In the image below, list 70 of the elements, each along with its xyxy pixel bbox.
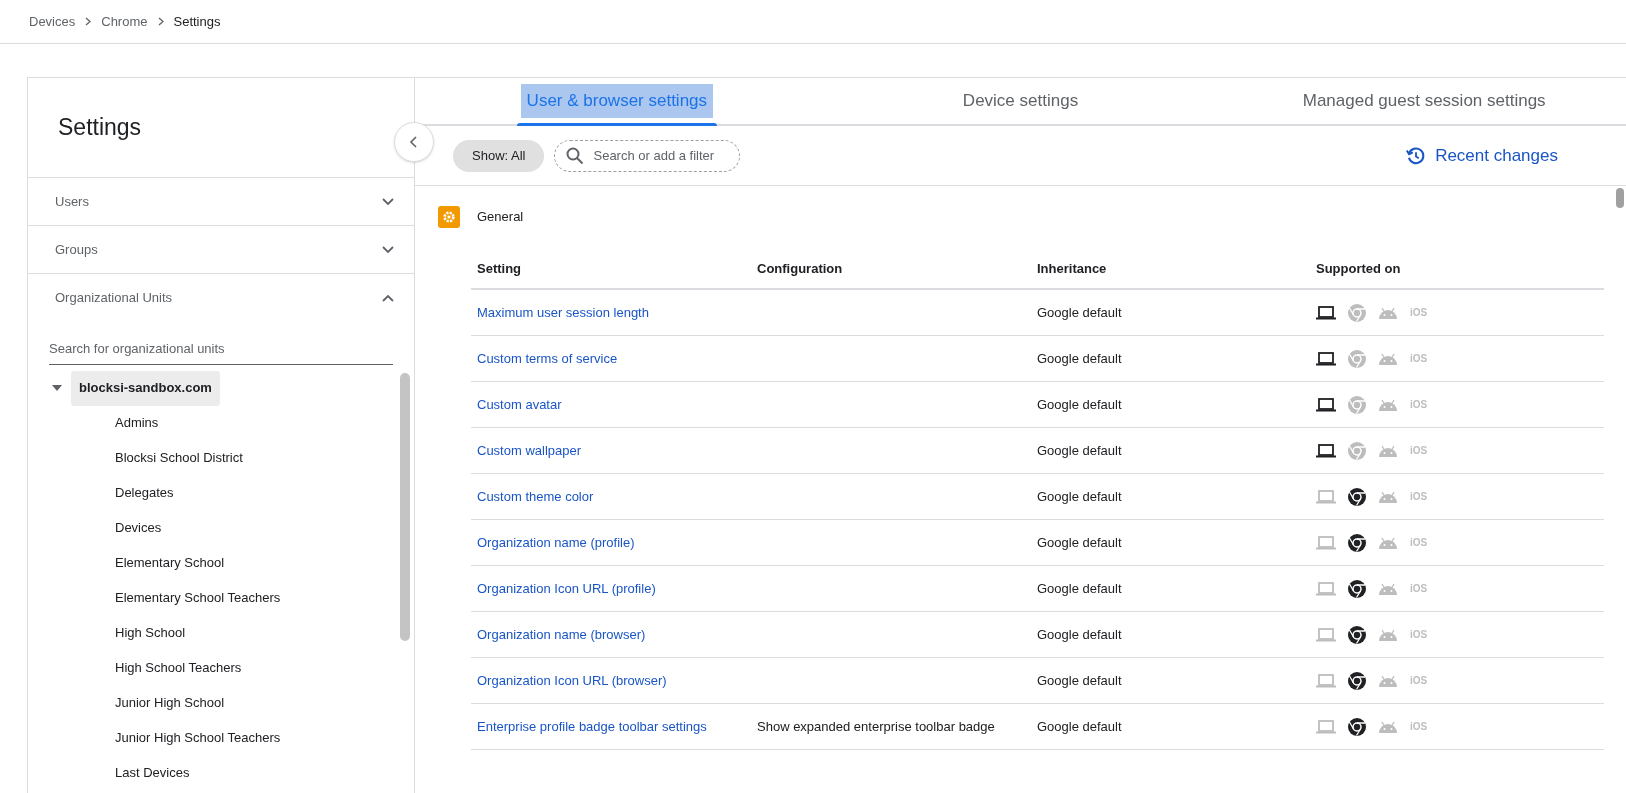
filter-search-field[interactable]: Search or add a filter [554,139,741,172]
scrollbar[interactable] [400,372,410,641]
column-header: Supported on [1316,261,1401,277]
sidebar-title: Settings [58,113,142,143]
org-unit-item[interactable]: Admins [107,405,167,441]
ios-label: iOS [1410,306,1428,320]
inheritance-cell: Google default [1037,488,1122,504]
recent-changes-link[interactable]: Recent changes [1405,142,1558,169]
setting-link[interactable]: Custom theme color [477,488,594,504]
ios-label: iOS [1410,628,1428,642]
breadcrumb-link[interactable]: Chrome [101,11,148,32]
setting-link[interactable]: Custom terms of service [477,350,618,366]
org-unit-item[interactable]: Delegates [107,475,182,511]
org-unit-item[interactable]: Devices [107,510,170,546]
column-header: Inheritance [1037,261,1107,277]
column-header: Setting [477,261,522,277]
collapse-button[interactable] [394,122,434,162]
ios-label: iOS [1410,720,1428,734]
setting-link[interactable]: Organization name (profile) [477,534,635,550]
tab[interactable]: Managed guest session settings [1222,78,1626,124]
filter-chip[interactable]: Show: All [453,139,545,172]
breadcrumb-current: Settings [173,12,221,31]
category-title: General [477,208,524,227]
expand-triangle-icon[interactable] [52,385,62,391]
setting-link[interactable]: Custom wallpaper [477,442,582,458]
setting-link[interactable]: Enterprise profile badge toolbar settings [477,718,707,734]
inheritance-cell: Google default [1037,626,1122,642]
inheritance-cell: Google default [1037,672,1122,688]
setting-link[interactable]: Maximum user session length [477,304,649,320]
sidebar-section[interactable]: Organizational Units [28,274,414,322]
sidebar-section[interactable]: Users [28,178,414,226]
sidebar-section[interactable]: Groups [28,226,414,274]
org-unit-item[interactable]: Junior High School Teachers [107,720,289,756]
org-unit-item[interactable]: Elementary School [107,545,233,581]
org-unit-item[interactable]: High School [107,615,194,651]
org-unit-item[interactable]: Blocksi School District [107,440,251,476]
column-header: Configuration [757,261,843,277]
ios-label: iOS [1410,398,1428,412]
inheritance-cell: Google default [1037,396,1122,412]
org-unit-item[interactable]: blocksi-sandbox.com [71,370,220,406]
ios-label: iOS [1410,582,1428,596]
inheritance-cell: Google default [1037,304,1122,320]
chevron-left-icon [409,136,419,148]
ios-label: iOS [1410,490,1428,504]
inheritance-cell: Google default [1037,580,1122,596]
org-unit-item[interactable]: Last Devices [107,755,198,791]
chevron-right-icon [157,17,164,26]
setting-link[interactable]: Custom avatar [477,396,562,412]
ios-label: iOS [1410,674,1428,688]
inheritance-cell: Google default [1037,350,1122,366]
gear-icon [438,206,460,228]
setting-link[interactable]: Organization Icon URL (profile) [477,580,656,596]
search-field[interactable]: Search for organizational units [49,334,393,365]
inheritance-cell: Google default [1037,534,1122,550]
ios-label: iOS [1410,444,1428,458]
scrollbar[interactable] [1616,188,1624,208]
tab[interactable]: Device settings [818,78,1223,124]
setting-link[interactable]: Organization name (browser) [477,626,646,642]
breadcrumb-link[interactable]: Devices [29,11,76,32]
setting-link[interactable]: Organization Icon URL (browser) [477,672,667,688]
search-icon [566,146,585,165]
org-unit-item[interactable]: High School Teachers [107,650,250,686]
inheritance-cell: Google default [1037,442,1122,458]
ios-label: iOS [1410,352,1428,366]
org-unit-item[interactable]: Junior High School [107,685,233,721]
configuration-cell: Show expanded enterprise toolbar badge [757,718,995,734]
chevron-right-icon [85,17,92,26]
org-unit-item[interactable]: Elementary School Teachers [107,580,289,616]
inheritance-cell: Google default [1037,718,1122,734]
ios-label: iOS [1410,536,1428,550]
